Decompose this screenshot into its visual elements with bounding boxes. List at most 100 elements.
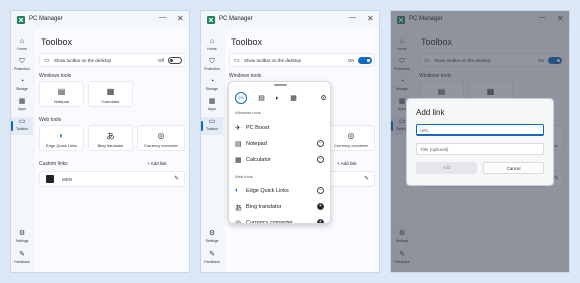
sidebar-item-protection[interactable]: ⛉ Protection — [201, 57, 223, 75]
custom-link-row[interactable]: MSN ✎ — [39, 171, 185, 187]
sidebar-item-label: Protection — [14, 67, 30, 71]
sidebar-item-feedback[interactable]: ✎ Feedback — [11, 250, 33, 268]
remove-icon[interactable]: − — [317, 140, 324, 147]
calculator-tile[interactable]: ▦ Calculator — [88, 81, 133, 107]
sidebar-item-protection[interactable]: ⛉ Protection — [11, 57, 33, 75]
sidebar: ⌂ Home ⛉ Protection ◔ Storage ▦ Apps ▭ Toolbo… — [201, 29, 223, 272]
edit-icon[interactable]: ✎ — [364, 175, 369, 182]
popup-item[interactable]: ▤ Notepad − — [229, 137, 330, 151]
show-toolbar-toggle[interactable] — [168, 57, 182, 64]
sidebar-item-home[interactable]: ⌂ Home — [201, 37, 223, 55]
sidebar-item-label: Protection — [204, 67, 220, 71]
notepad-tile[interactable]: ▤ Notepad — [39, 81, 84, 107]
close-button[interactable]: ✕ — [177, 14, 184, 23]
sidebar-item-label: Apps — [208, 107, 216, 111]
show-toolbar-row: ▭ Show toolbar on the desktop On — [229, 53, 375, 67]
title-bar: PC Manager — ✕ — [201, 11, 379, 29]
sidebar-item-label: Settings — [15, 239, 29, 243]
currency-icon: ◎ — [157, 131, 165, 140]
notepad-icon[interactable]: ▤ — [256, 93, 267, 104]
add-link-button[interactable]: + Add link — [337, 161, 357, 166]
app-title: PC Manager — [29, 16, 63, 22]
desktop-toolbar-popup: 0% ▤ ◐ ▦ ⚙ Windows tools ✈ PC Boost ▤ Notepa… — [228, 81, 331, 224]
calculator-icon[interactable]: ▦ — [288, 93, 299, 104]
sidebar-item-feedback[interactable]: ✎ Feedback — [201, 250, 223, 268]
sidebar-item-settings[interactable]: ⚙ Settings — [201, 229, 223, 247]
sidebar-item-label: Toolbox — [15, 127, 29, 131]
edge-icon[interactable]: ◐ — [272, 93, 283, 104]
pc-boost-badge[interactable]: 0% — [235, 92, 247, 104]
currency-converter-tile[interactable]: ◎ Currency converter — [327, 125, 375, 151]
sidebar-item-apps[interactable]: ▦ Apps — [11, 97, 33, 115]
apps-icon: ▦ — [18, 98, 26, 105]
edge-icon: ◐ — [59, 131, 64, 140]
minimize-button[interactable]: — — [159, 14, 166, 21]
link-label: MSN — [62, 177, 72, 182]
shield-icon: ⛉ — [19, 58, 25, 65]
bing-translator-tile[interactable]: あ Bing translator — [88, 125, 133, 151]
add-icon[interactable]: + — [317, 219, 324, 223]
notepad-icon: ▤ — [57, 87, 66, 96]
sidebar-item-label: Feedback — [204, 260, 220, 264]
edit-icon[interactable]: ✎ — [174, 175, 179, 182]
popup-item[interactable]: あ Bing translator + — [229, 200, 330, 214]
url-input[interactable]: URL — [416, 124, 544, 136]
toggle-state-label: On — [348, 58, 355, 63]
minimize-button[interactable]: — — [349, 14, 356, 21]
gear-icon: ⚙ — [208, 230, 216, 237]
add-button[interactable]: Add — [416, 162, 477, 174]
edge-quick-links-tile[interactable]: ◐ Edge Quick Links — [39, 125, 84, 151]
popup-item[interactable]: ◐ Edge Quick Links − — [229, 184, 330, 198]
show-toolbar-toggle[interactable] — [358, 57, 372, 64]
sidebar: ⌂ Home ⛉ Protection ◔ Storage ▦ Apps ▭ Toolbo… — [11, 29, 33, 272]
storage-icon: ◔ — [19, 78, 25, 85]
toolbox-icon: ▭ — [18, 118, 26, 125]
sidebar-item-toolbox[interactable]: ▭ Toolbox — [11, 117, 33, 135]
tile-label: Edge Quick Links — [45, 143, 78, 148]
currency-icon: ◎ — [235, 220, 242, 224]
gear-icon[interactable]: ⚙ — [318, 93, 329, 104]
calculator-icon: ▦ — [106, 87, 115, 96]
title-input[interactable]: Title (optional) — [416, 143, 544, 155]
item-label: PC Boost — [246, 125, 270, 131]
web-tools-heading: Web tools — [39, 117, 62, 123]
sidebar-item-toolbox[interactable]: ▭ Toolbox — [201, 117, 223, 135]
item-label: Notepad — [246, 141, 267, 147]
translate-icon: あ — [235, 205, 242, 212]
toolbox-icon: ▭ — [208, 118, 216, 125]
msn-icon — [46, 175, 54, 183]
sidebar-item-label: Home — [17, 47, 27, 51]
popup-item[interactable]: ✈ PC Boost — [229, 121, 330, 135]
popup-item[interactable]: ◎ Currency converter + — [229, 216, 330, 224]
calculator-icon: ▦ — [235, 157, 242, 164]
currency-converter-tile[interactable]: ◎ Currency converter — [137, 125, 185, 151]
pc-manager-logo-icon — [207, 16, 215, 24]
remove-icon[interactable]: − — [317, 187, 324, 194]
apps-icon: ▦ — [208, 98, 216, 105]
sidebar-item-apps[interactable]: ▦ Apps — [201, 97, 223, 115]
page-title: Toolbox — [41, 37, 73, 47]
sidebar-item-home[interactable]: ⌂ Home — [11, 37, 33, 55]
show-toolbar-row: ▭ Show toolbar on the desktop Off — [39, 53, 185, 67]
tile-label: Notepad — [53, 99, 70, 104]
monitor-icon: ▭ — [234, 58, 240, 64]
cancel-button[interactable]: Cancel — [483, 162, 544, 174]
tile-label: Currency converter — [143, 143, 178, 148]
home-icon: ⌂ — [19, 38, 25, 45]
sidebar-item-label: Toolbox — [205, 127, 219, 131]
translate-icon: あ — [106, 132, 115, 141]
popup-windows-tools-heading: Windows tools — [235, 110, 261, 115]
tile-label: Bing translator — [97, 143, 124, 148]
rocket-icon: ✈ — [235, 125, 241, 132]
remove-icon[interactable]: − — [317, 156, 324, 163]
sidebar-item-storage[interactable]: ◔ Storage — [11, 77, 33, 95]
popup-item[interactable]: ▦ Calculator − — [229, 153, 330, 167]
sidebar-item-settings[interactable]: ⚙ Settings — [11, 229, 33, 247]
add-icon[interactable]: + — [317, 203, 324, 210]
close-button[interactable]: ✕ — [367, 14, 374, 23]
drag-handle[interactable] — [274, 84, 287, 86]
tile-label: Calculator — [101, 99, 120, 104]
currency-icon: ◎ — [347, 131, 355, 140]
sidebar-item-storage[interactable]: ◔ Storage — [201, 77, 223, 95]
add-link-button[interactable]: + Add link — [147, 161, 167, 166]
